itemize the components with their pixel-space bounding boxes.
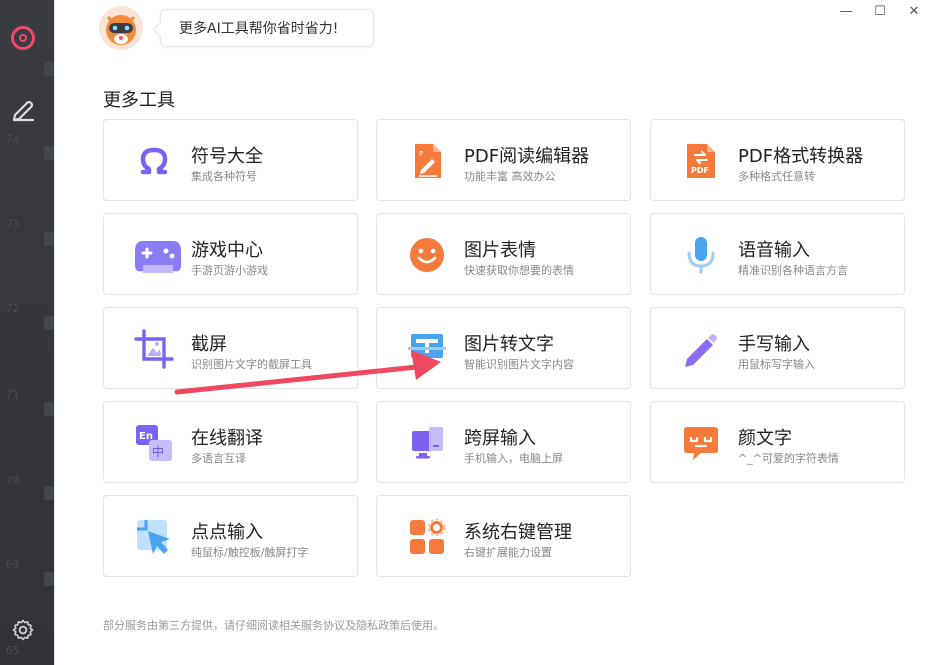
tool-desc: 多语言互译 bbox=[191, 452, 246, 465]
svg-text:PDF: PDF bbox=[691, 166, 709, 175]
tool-card-pdf-editor[interactable]: P PDF阅读编辑器 功能丰富 高效办公 bbox=[376, 119, 631, 201]
svg-text:中: 中 bbox=[152, 444, 164, 459]
tool-name: 颜文字 bbox=[738, 428, 792, 449]
pdf-convert-icon: PDF bbox=[687, 144, 715, 178]
tool-card-cross-screen[interactable]: 跨屏输入 手机输入，电脑上屏 bbox=[376, 401, 631, 483]
tool-desc: 功能丰富 高效办公 bbox=[464, 170, 556, 183]
microphone-icon bbox=[687, 237, 715, 274]
sidebar-ghost-bar bbox=[44, 232, 54, 246]
tool-name: PDF格式转换器 bbox=[738, 146, 864, 167]
screenshot-icon bbox=[134, 329, 174, 369]
sidebar-ghost-number: 74 bbox=[6, 133, 20, 146]
tool-desc: 识别图片文字的截屏工具 bbox=[191, 358, 312, 371]
tool-desc: ^_^可爱的字符表情 bbox=[738, 452, 839, 465]
sidebar-ghost-number: 65 bbox=[6, 644, 20, 657]
tools-panel: — ☐ ✕ 更多AI工具帮你省时省力! 更多工具 符号大全 集成各种符号 P P… bbox=[54, 0, 940, 665]
tool-card-voice-input[interactable]: 语音输入 精准识别各种语言方言 bbox=[650, 213, 905, 295]
tool-desc: 手机输入，电脑上屏 bbox=[464, 452, 563, 465]
mascot-robot-icon bbox=[99, 6, 143, 50]
tool-desc: 精准识别各种语言方言 bbox=[738, 264, 848, 277]
tool-name: 图片表情 bbox=[464, 240, 536, 261]
tool-card-symbols[interactable]: 符号大全 集成各种符号 bbox=[103, 119, 358, 201]
translate-icon: En 中 bbox=[136, 425, 172, 461]
sidebar-ghost-number: 71 bbox=[6, 388, 20, 401]
minimize-button[interactable]: — bbox=[829, 2, 863, 20]
svg-text:P: P bbox=[419, 150, 423, 158]
tool-card-kaomoji[interactable]: 颜文字 ^_^可爱的字符表情 bbox=[650, 401, 905, 483]
sidebar-ghost-bar bbox=[44, 316, 54, 330]
gamepad-icon bbox=[135, 241, 181, 273]
tool-name: 语音输入 bbox=[738, 240, 810, 261]
tool-name: 在线翻译 bbox=[191, 428, 263, 449]
tool-desc: 纯鼠标/触控板/触屏打字 bbox=[191, 546, 309, 559]
tool-card-translate[interactable]: En 中 在线翻译 多语言互译 bbox=[103, 401, 358, 483]
kaomoji-icon bbox=[684, 427, 718, 460]
sidebar: 74 73 72 71 70 69 65 bbox=[0, 0, 54, 665]
tool-name: 游戏中心 bbox=[191, 240, 263, 261]
tool-name: 系统右键管理 bbox=[464, 522, 572, 543]
settings-gear-icon[interactable] bbox=[11, 618, 35, 642]
tool-card-context-menu[interactable]: 系统右键管理 右键扩展能力设置 bbox=[376, 495, 631, 577]
tool-card-image-to-text[interactable]: 图片转文字 智能识别图片文字内容 bbox=[376, 307, 631, 389]
sidebar-ghost-number: 73 bbox=[6, 218, 20, 231]
tool-card-game-center[interactable]: 游戏中心 手游页游小游戏 bbox=[103, 213, 358, 295]
close-button[interactable]: ✕ bbox=[897, 2, 931, 20]
tool-name: 手写输入 bbox=[738, 334, 810, 355]
tool-card-pdf-converter[interactable]: PDF PDF格式转换器 多种格式任意转 bbox=[650, 119, 905, 201]
app-window: 74 73 72 71 70 69 65 — ☐ ✕ 更多AI工具帮你省时省力!… bbox=[0, 0, 940, 665]
sidebar-ghost-number: 72 bbox=[6, 302, 20, 315]
sidebar-ghost-bar bbox=[44, 572, 54, 586]
tool-name: 点点输入 bbox=[191, 522, 263, 543]
sidebar-ghost-bar bbox=[44, 402, 54, 416]
sidebar-ghost-bar bbox=[44, 146, 54, 160]
pen-icon bbox=[685, 334, 717, 367]
tool-desc: 手游页游小游戏 bbox=[191, 264, 268, 277]
tool-card-stickers[interactable]: 图片表情 快速获取你想要的表情 bbox=[376, 213, 631, 295]
tool-desc: 集成各种符号 bbox=[191, 170, 257, 183]
tool-name: PDF阅读编辑器 bbox=[464, 146, 590, 167]
mascot-speech-bubble: 更多AI工具帮你省时省力! bbox=[160, 9, 374, 47]
click-input-icon bbox=[137, 520, 170, 554]
tool-desc: 右键扩展能力设置 bbox=[464, 546, 552, 559]
tool-card-click-input[interactable]: 点点输入 纯鼠标/触控板/触屏打字 bbox=[103, 495, 358, 577]
sidebar-ghost-number: 70 bbox=[6, 474, 20, 487]
sidebar-ghost-bar bbox=[44, 486, 54, 500]
mascot-avatar[interactable] bbox=[99, 6, 143, 50]
tool-card-screenshot[interactable]: 截屏 识别图片文字的截屏工具 bbox=[103, 307, 358, 389]
tool-desc: 智能识别图片文字内容 bbox=[464, 358, 574, 371]
footer-disclaimer: 部分服务由第三方提供，请仔细阅读相关服务协议及隐私政策后使用。 bbox=[103, 619, 444, 632]
handwriting-pen-icon[interactable] bbox=[11, 96, 37, 122]
section-title: 更多工具 bbox=[103, 90, 175, 111]
tool-desc: 快速获取你想要的表情 bbox=[464, 264, 574, 277]
window-controls: — ☐ ✕ bbox=[829, 2, 931, 20]
omega-icon bbox=[140, 147, 168, 175]
sidebar-ghost-bar bbox=[44, 62, 54, 76]
pdf-edit-icon: P bbox=[415, 144, 441, 178]
image-to-text-icon bbox=[408, 334, 446, 364]
tool-name: 跨屏输入 bbox=[464, 428, 536, 449]
smiley-icon bbox=[410, 238, 444, 272]
context-menu-icon bbox=[410, 518, 446, 554]
sidebar-ghost-number: 69 bbox=[6, 558, 20, 571]
tool-desc: 多种格式任意转 bbox=[738, 170, 815, 183]
cross-screen-icon bbox=[412, 427, 443, 459]
tool-name: 符号大全 bbox=[191, 146, 263, 167]
app-logo-icon[interactable] bbox=[11, 26, 35, 50]
tool-name: 截屏 bbox=[191, 334, 227, 355]
maximize-button[interactable]: ☐ bbox=[863, 2, 897, 20]
tool-name: 图片转文字 bbox=[464, 334, 554, 355]
tool-desc: 用鼠标写字输入 bbox=[738, 358, 815, 371]
tool-card-handwriting[interactable]: 手写输入 用鼠标写字输入 bbox=[650, 307, 905, 389]
